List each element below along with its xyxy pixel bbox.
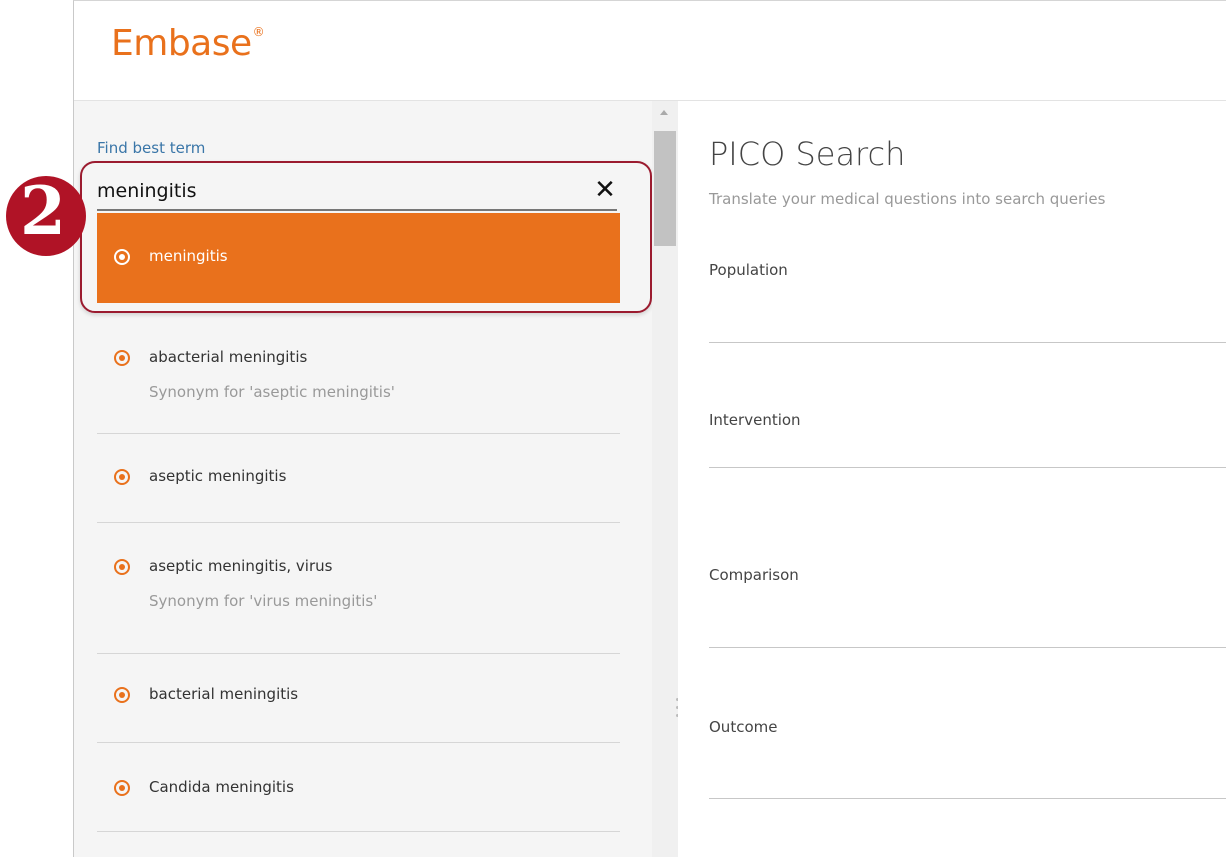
app-window: Embase® Find best term ✕ meningitis abac… [73, 0, 1226, 857]
term-item-meningitis[interactable]: meningitis [97, 213, 620, 303]
pico-search-panel: PICO Search Translate your medical quest… [678, 101, 1226, 857]
outcome-label: Outcome [709, 718, 778, 736]
term-synonym: Synonym for 'aseptic meningitis' [149, 383, 395, 401]
term-search-input[interactable] [97, 173, 617, 211]
term-label: bacterial meningitis [149, 685, 299, 703]
close-icon: ✕ [594, 175, 616, 205]
outcome-field[interactable]: Outcome [709, 708, 1226, 799]
header: Embase® [74, 1, 1226, 101]
term-label: abacterial meningitis [149, 348, 308, 366]
radio-icon [114, 469, 130, 485]
term-suggestion-list: meningitis abacterial meningitis Synonym… [97, 213, 620, 832]
term-item-abacterial-meningitis[interactable]: abacterial meningitis Synonym for 'asept… [97, 303, 620, 434]
term-label: aseptic meningitis, virus [149, 557, 333, 575]
term-label: aseptic meningitis [149, 467, 287, 485]
scroll-up-arrow-icon[interactable] [660, 110, 668, 115]
embase-logo[interactable]: Embase® [111, 23, 265, 64]
comparison-field[interactable]: Comparison [709, 556, 1226, 648]
radio-icon [114, 559, 130, 575]
radio-selected-icon [114, 249, 130, 265]
radio-icon [114, 780, 130, 796]
term-label: Candida meningitis [149, 778, 294, 796]
radio-icon [114, 350, 130, 366]
term-item-aseptic-meningitis[interactable]: aseptic meningitis [97, 434, 620, 523]
registered-mark: ® [252, 25, 265, 39]
term-item-aseptic-meningitis-virus[interactable]: aseptic meningitis, virus Synonym for 'v… [97, 523, 620, 654]
population-label: Population [709, 261, 788, 279]
scrollbar-thumb[interactable] [654, 131, 676, 246]
clear-search-button[interactable]: ✕ [591, 173, 619, 207]
step-number-badge: 2 [20, 172, 66, 250]
term-finder-panel: Find best term ✕ meningitis abacterial m… [74, 101, 652, 857]
comparison-label: Comparison [709, 566, 799, 584]
intervention-field[interactable]: Intervention [709, 401, 1226, 468]
term-item-candida-meningitis[interactable]: Candida meningitis [97, 743, 620, 832]
scrollbar[interactable] [652, 101, 678, 857]
intervention-label: Intervention [709, 411, 801, 429]
find-best-term-label: Find best term [97, 139, 206, 157]
page-title: PICO Search [709, 135, 906, 173]
term-label: meningitis [149, 247, 228, 265]
population-field[interactable]: Population [709, 251, 1226, 343]
term-item-bacterial-meningitis[interactable]: bacterial meningitis [97, 654, 620, 743]
logo-text: Embase [111, 23, 252, 64]
radio-icon [114, 687, 130, 703]
page-subtitle: Translate your medical questions into se… [709, 190, 1106, 208]
term-synonym: Synonym for 'virus meningitis' [149, 592, 378, 610]
